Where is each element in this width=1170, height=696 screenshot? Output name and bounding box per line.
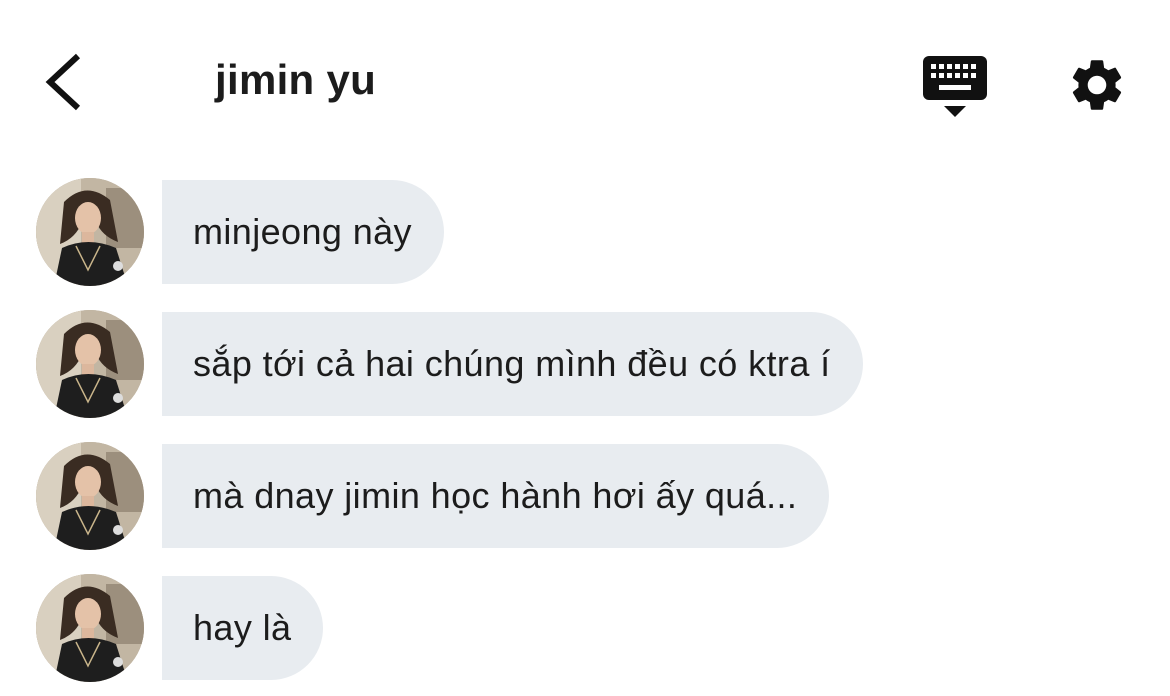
back-button[interactable] (40, 50, 100, 120)
message-row: hay là (0, 574, 1170, 682)
keyboard-toggle-button[interactable] (920, 52, 990, 122)
message-bubble[interactable]: minjeong này (162, 180, 444, 284)
message-row: mà dnay jimin học hành hơi ấy quá... (0, 442, 1170, 550)
gear-icon (1072, 60, 1122, 110)
message-row: minjeong này (0, 178, 1170, 286)
message-bubble[interactable]: hay là (162, 576, 324, 680)
keyboard-hide-icon (923, 56, 987, 117)
avatar[interactable] (36, 178, 144, 286)
chevron-left-icon (45, 53, 81, 111)
chat-screen: jimin yu minjeong này sắp tới cả hai chú… (0, 0, 1170, 696)
message-bubble[interactable]: sắp tới cả hai chúng mình đều có ktra í (162, 312, 863, 416)
avatar[interactable] (36, 574, 144, 682)
settings-button[interactable] (1066, 54, 1128, 116)
chat-title: jimin yu (215, 56, 377, 103)
message-bubble[interactable]: mà dnay jimin học hành hơi ấy quá... (162, 444, 830, 548)
message-row: sắp tới cả hai chúng mình đều có ktra í (0, 310, 1170, 418)
avatar[interactable] (36, 442, 144, 550)
chat-header: jimin yu (0, 0, 1170, 160)
avatar[interactable] (36, 310, 144, 418)
